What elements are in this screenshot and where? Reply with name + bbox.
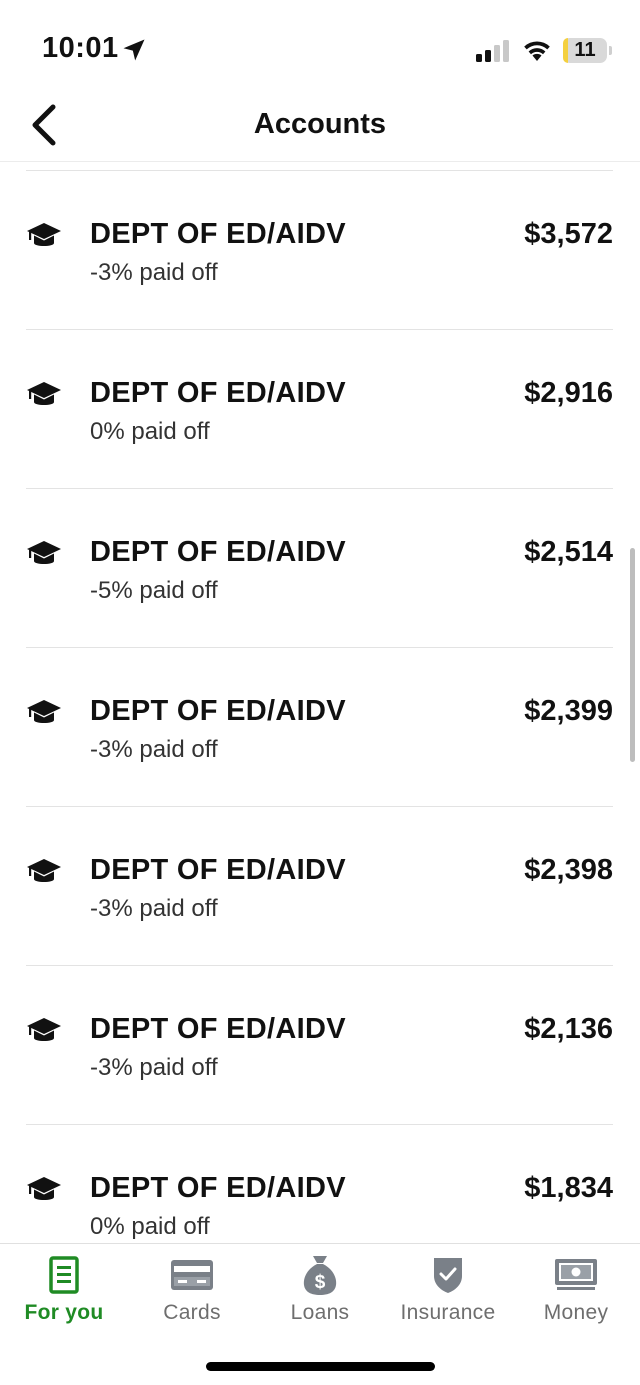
status-bar: 10:01 11 [0,0,640,90]
credit-card-icon [170,1254,214,1296]
account-name: DEPT OF ED/AIDV [90,377,346,409]
account-paid-off: -3% paid off [90,1054,218,1081]
account-balance: $1,834 [524,1172,613,1204]
page-title: Accounts [253,108,387,140]
tab-label: Loans [290,1301,350,1324]
svg-text:$: $ [315,1272,326,1293]
account-balance: $2,136 [524,1013,613,1045]
graduation-cap-icon [26,1016,62,1046]
account-balance: $2,514 [524,536,613,568]
top-nav-bar: Accounts [0,90,640,162]
cash-bill-icon [554,1254,598,1296]
battery-level: 11 [574,39,596,61]
account-paid-off: -3% paid off [90,736,218,763]
graduation-cap-icon [26,1175,62,1205]
account-name: DEPT OF ED/AIDV [90,1172,346,1204]
account-name: DEPT OF ED/AIDV [90,854,346,886]
scrollbar[interactable] [630,548,635,762]
battery-indicator: 11 [563,38,607,63]
graduation-cap-icon [26,698,62,728]
graduation-cap-icon [26,857,62,887]
tab-loans[interactable]: $ Loans [256,1244,384,1344]
account-row[interactable]: DEPT OF ED/AIDV -3% paid off $3,572 [26,171,613,330]
tab-label: For you [24,1301,104,1324]
tab-for-you[interactable]: For you [0,1244,128,1344]
home-indicator[interactable] [206,1362,435,1371]
tab-money[interactable]: Money [512,1244,640,1344]
account-paid-off: -3% paid off [90,259,218,286]
account-name: DEPT OF ED/AIDV [90,218,346,250]
tab-label: Money [543,1301,609,1324]
cellular-signal-icon [476,40,509,62]
graduation-cap-icon [26,380,62,410]
tab-cards[interactable]: Cards [128,1244,256,1344]
account-paid-off: -5% paid off [90,577,218,604]
account-name: DEPT OF ED/AIDV [90,536,346,568]
account-name: DEPT OF ED/AIDV [90,1013,346,1045]
account-row[interactable]: DEPT OF ED/AIDV -3% paid off $2,399 [26,648,613,807]
account-row[interactable]: DEPT OF ED/AIDV 0% paid off $2,916 [26,330,613,489]
graduation-cap-icon [26,221,62,251]
account-row[interactable]: DEPT OF ED/AIDV -3% paid off $2,136 [26,966,613,1125]
wifi-icon [524,41,550,61]
tab-label: Cards [163,1301,221,1324]
tab-label: Insurance [400,1301,496,1324]
account-name: DEPT OF ED/AIDV [90,695,346,727]
shield-check-icon [426,1254,470,1296]
money-bag-icon: $ [298,1254,342,1296]
account-balance: $2,399 [524,695,613,727]
graduation-cap-icon [26,539,62,569]
account-paid-off: 0% paid off [90,418,210,445]
account-balance: $2,916 [524,377,613,409]
account-row[interactable]: DEPT OF ED/AIDV -5% paid off $2,514 [26,489,613,648]
account-paid-off: 0% paid off [90,1213,210,1240]
account-paid-off: -3% paid off [90,895,218,922]
accounts-screen: 10:01 11 Accounts DEPT OF ED/AIDV -3% pa… [0,0,640,1385]
account-balance: $3,572 [524,218,613,250]
account-balance: $2,398 [524,854,613,886]
battery-nub [609,46,612,55]
location-arrow-icon [123,39,145,61]
account-row[interactable]: DEPT OF ED/AIDV -3% paid off $2,398 [26,807,613,966]
tab-insurance[interactable]: Insurance [384,1244,512,1344]
account-list: DEPT OF ED/AIDV -3% paid off $3,572 DEPT OF… [26,170,613,1284]
status-time: 10:01 [42,32,119,64]
document-list-icon [42,1254,86,1296]
